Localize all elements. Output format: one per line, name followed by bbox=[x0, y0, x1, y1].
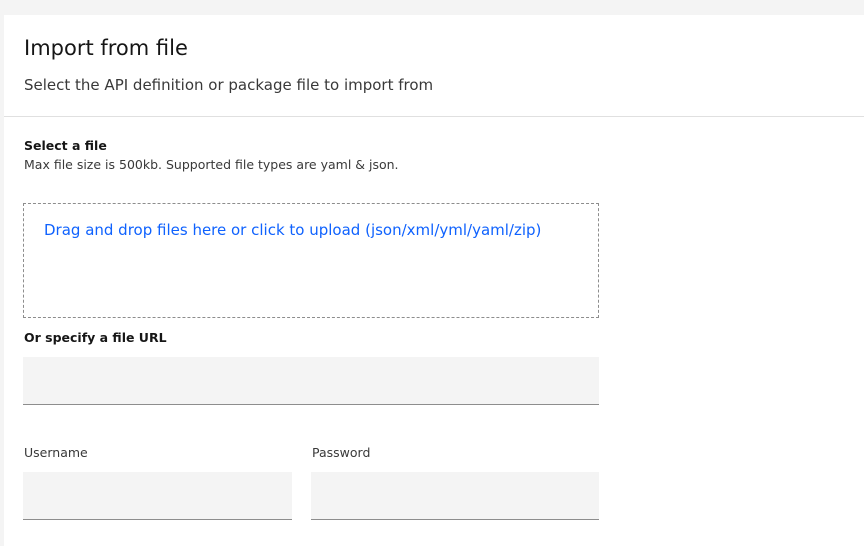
import-panel: Import from file Select the API definiti… bbox=[4, 15, 864, 546]
header-divider bbox=[4, 116, 864, 117]
username-label: Username bbox=[24, 445, 88, 460]
password-label: Password bbox=[312, 445, 371, 460]
file-url-label: Or specify a file URL bbox=[24, 330, 167, 345]
file-url-input[interactable] bbox=[23, 357, 599, 405]
select-file-label: Select a file bbox=[24, 138, 107, 153]
page-subtitle: Select the API definition or package fil… bbox=[24, 76, 434, 94]
password-input[interactable] bbox=[311, 472, 599, 520]
page-title: Import from file bbox=[24, 36, 188, 60]
dropzone-upload-link[interactable]: Drag and drop files here or click to upl… bbox=[44, 221, 541, 239]
username-input[interactable] bbox=[23, 472, 292, 520]
file-dropzone[interactable]: Drag and drop files here or click to upl… bbox=[23, 203, 599, 318]
file-help-text: Max file size is 500kb. Supported file t… bbox=[24, 157, 399, 172]
